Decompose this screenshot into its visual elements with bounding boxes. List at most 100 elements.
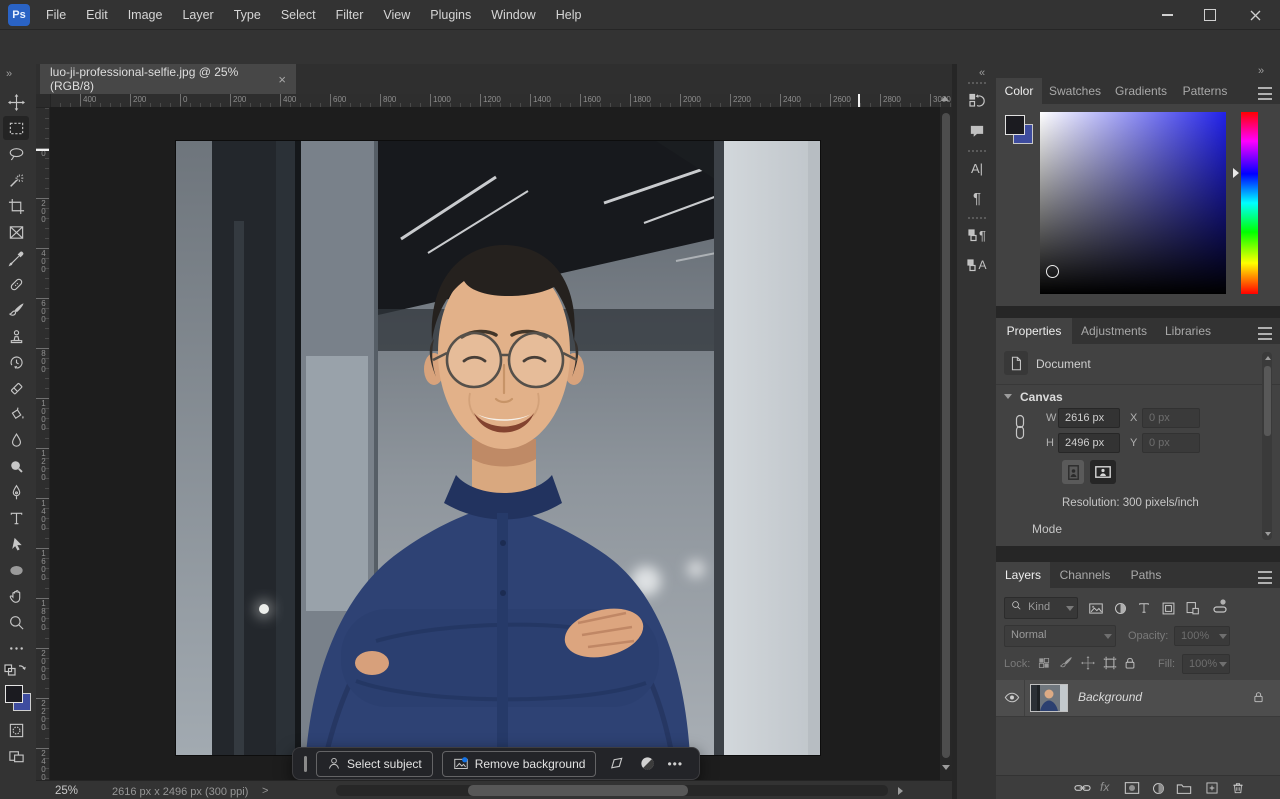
taskbar-more-icon[interactable]: •••	[667, 757, 683, 771]
menu-filter[interactable]: Filter	[326, 0, 374, 30]
color-selection-marker[interactable]	[1046, 265, 1059, 278]
vertical-scrollbar-thumb[interactable]	[942, 113, 950, 758]
saturation-brightness-field[interactable]	[1040, 112, 1226, 294]
tab-properties[interactable]: Properties	[996, 318, 1072, 344]
canvas-x-input[interactable]: 0 px	[1142, 408, 1200, 428]
layer-thumbnail[interactable]	[1030, 684, 1068, 712]
screen-mode-button[interactable]	[3, 744, 29, 768]
tab-gradients[interactable]: Gradients	[1108, 78, 1174, 104]
maximize-button[interactable]	[1193, 0, 1227, 30]
layer-row-background[interactable]: Background	[996, 680, 1280, 717]
add-layer-mask-icon[interactable]	[1122, 779, 1142, 797]
menu-select[interactable]: Select	[271, 0, 326, 30]
horizontal-ruler[interactable]: 4002000200400600800100012001400160018002…	[36, 94, 952, 108]
menu-edit[interactable]: Edit	[76, 0, 118, 30]
scroll-right-arrow[interactable]	[898, 787, 903, 795]
lock-position-icon[interactable]	[1078, 653, 1098, 673]
open-document-image[interactable]	[176, 141, 820, 755]
history-panel-icon[interactable]	[965, 90, 989, 112]
color-panel-menu-icon[interactable]	[1258, 87, 1272, 100]
menu-type[interactable]: Type	[224, 0, 271, 30]
history-brush-tool[interactable]	[3, 350, 29, 374]
path-selection-tool[interactable]	[3, 532, 29, 556]
foreground-color-swatch-panel[interactable]	[1005, 115, 1025, 135]
edit-toolbar-icon[interactable]	[3, 636, 29, 660]
select-subject-button[interactable]: Select subject	[316, 751, 433, 777]
lock-all-icon[interactable]	[1120, 653, 1140, 673]
tab-patterns[interactable]: Patterns	[1174, 78, 1236, 104]
tab-channels[interactable]: Channels	[1050, 562, 1120, 588]
filter-shape-layers-icon[interactable]	[1158, 598, 1178, 618]
default-and-swap-colors-icon[interactable]	[4, 662, 28, 678]
filter-adjustment-layers-icon[interactable]	[1110, 598, 1130, 618]
lock-transparency-icon[interactable]	[1034, 653, 1054, 673]
adjustments-icon[interactable]	[636, 753, 658, 775]
scroll-down-arrow[interactable]	[942, 765, 950, 770]
gradient-tool[interactable]	[3, 402, 29, 426]
lock-pixels-icon[interactable]	[1056, 653, 1076, 673]
blend-mode-select[interactable]: Normal	[1004, 625, 1116, 647]
new-layer-icon[interactable]	[1202, 779, 1222, 797]
rectangular-marquee-tool[interactable]	[3, 116, 29, 140]
comments-panel-icon[interactable]	[965, 120, 989, 142]
menu-window[interactable]: Window	[481, 0, 545, 30]
hand-tool[interactable]	[3, 584, 29, 608]
dodge-tool[interactable]	[3, 454, 29, 478]
properties-scrollbar-thumb[interactable]	[1264, 366, 1271, 436]
brush-tool[interactable]	[3, 298, 29, 322]
opacity-chevron[interactable]	[1219, 634, 1227, 639]
delete-layer-icon[interactable]	[1228, 779, 1248, 797]
filter-type-layers-icon[interactable]	[1134, 598, 1154, 618]
minimize-button[interactable]	[1150, 0, 1184, 30]
dock-collapse-icon[interactable]: »	[1258, 64, 1264, 78]
layer-styles-fx-icon[interactable]: fx	[1100, 780, 1109, 794]
pen-tool[interactable]	[3, 480, 29, 504]
layer-name-label[interactable]: Background	[1078, 690, 1142, 704]
filter-smart-objects-icon[interactable]	[1182, 598, 1202, 618]
lasso-tool[interactable]	[3, 142, 29, 166]
hue-slider-marker[interactable]	[1233, 168, 1239, 178]
clone-stamp-tool[interactable]	[3, 324, 29, 348]
new-adjustment-layer-icon[interactable]	[1148, 779, 1168, 797]
horizontal-scrollbar-thumb[interactable]	[468, 785, 688, 796]
paragraph-styles-panel-icon[interactable]: ¶	[965, 224, 989, 246]
menu-image[interactable]: Image	[118, 0, 173, 30]
quick-mask-mode-button[interactable]	[3, 718, 29, 742]
canvas-y-input[interactable]: 0 px	[1142, 433, 1200, 453]
tab-adjustments[interactable]: Adjustments	[1072, 318, 1156, 344]
menu-plugins[interactable]: Plugins	[420, 0, 481, 30]
photoshop-logo[interactable]: Ps	[8, 4, 30, 26]
tab-swatches[interactable]: Swatches	[1042, 78, 1108, 104]
zoom-tool[interactable]	[3, 610, 29, 634]
eyedropper-tool[interactable]	[3, 246, 29, 270]
fill-chevron[interactable]	[1219, 662, 1227, 667]
magic-wand-tool[interactable]	[3, 168, 29, 192]
layers-panel-menu-icon[interactable]	[1258, 571, 1272, 584]
paragraph-panel-icon[interactable]: ¶	[965, 187, 989, 209]
taskbar-drag-handle[interactable]	[304, 756, 307, 772]
blend-mode-chevron[interactable]	[1104, 634, 1112, 639]
status-options-chevron[interactable]: >	[262, 785, 268, 797]
zoom-level-field[interactable]: 25%	[55, 785, 78, 797]
menu-file[interactable]: File	[36, 0, 76, 30]
filter-toggle[interactable]	[1210, 596, 1230, 620]
kind-select-chevron[interactable]	[1066, 606, 1074, 611]
landscape-orientation-button[interactable]	[1090, 460, 1116, 484]
tab-libraries[interactable]: Libraries	[1156, 318, 1220, 344]
blur-tool[interactable]	[3, 428, 29, 452]
properties-scrollbar[interactable]	[1262, 352, 1272, 540]
canvas-section-chevron[interactable]	[1004, 394, 1012, 399]
menu-view[interactable]: View	[373, 0, 420, 30]
character-styles-panel-icon[interactable]: A	[965, 254, 989, 276]
spot-healing-brush-tool[interactable]	[3, 272, 29, 296]
menu-layer[interactable]: Layer	[172, 0, 223, 30]
remove-background-button[interactable]: Remove background	[442, 751, 597, 777]
tab-color[interactable]: Color	[996, 78, 1042, 104]
canvas-width-input[interactable]: 2616 px	[1058, 408, 1120, 428]
crop-tool[interactable]	[3, 194, 29, 218]
tab-paths[interactable]: Paths	[1120, 562, 1172, 588]
tab-layers[interactable]: Layers	[996, 562, 1050, 588]
link-dimensions-icon[interactable]	[1012, 414, 1028, 440]
close-button[interactable]	[1238, 0, 1272, 30]
toolbar-collapse-icon[interactable]: »	[6, 67, 12, 81]
